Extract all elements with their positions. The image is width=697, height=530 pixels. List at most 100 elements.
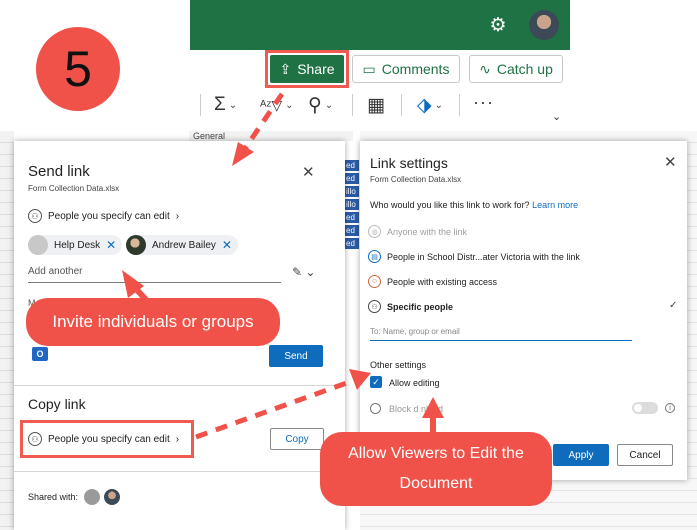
divider xyxy=(14,471,345,472)
outlook-icon[interactable]: O xyxy=(32,347,48,361)
number-format-cell: General xyxy=(189,131,353,141)
share-highlight-box xyxy=(265,50,349,88)
recipient-name: Help Desk xyxy=(54,239,101,251)
cell-text: ed xyxy=(346,174,355,183)
option-existing-access[interactable]: ☺ People with existing access xyxy=(368,275,497,288)
input-underline xyxy=(370,340,632,341)
title-bar: ⚙ xyxy=(190,0,570,50)
option-specific-people[interactable]: ⚇ Specific people xyxy=(368,300,453,313)
link-audience-question: Who would you like this link to work for… xyxy=(370,200,578,210)
cell-text: ed xyxy=(346,161,355,170)
gear-icon[interactable]: ⚙ xyxy=(487,15,509,37)
remove-recipient-icon[interactable]: ✕ xyxy=(106,238,116,252)
people-icon: ⚇ xyxy=(368,300,381,313)
cell-text: ed xyxy=(346,239,355,248)
ribbon-separator xyxy=(200,94,201,116)
globe-icon: ◍ xyxy=(368,225,381,238)
learn-more-link[interactable]: Learn more xyxy=(532,200,578,210)
block-download-toggle[interactable] xyxy=(632,402,658,414)
option-label: People in School Distr...ater Victoria w… xyxy=(387,251,580,262)
block-icon xyxy=(370,403,381,414)
sensitivity-tool[interactable]: ⬗ ⌄ xyxy=(417,93,443,117)
remove-recipient-icon[interactable]: ✕ xyxy=(222,238,232,252)
shared-with-label: Shared with: xyxy=(28,492,79,502)
person-icon: ☺ xyxy=(368,275,381,288)
cell-text: ed xyxy=(346,226,355,235)
catch-up-button-label: Catch up xyxy=(496,61,553,77)
copy-permission-highlight-box xyxy=(20,420,194,458)
info-icon[interactable]: i xyxy=(665,403,675,413)
send-link-title: Send link xyxy=(28,163,90,180)
avatar[interactable] xyxy=(84,489,100,505)
close-icon[interactable]: ✕ xyxy=(302,163,315,181)
collapse-ribbon-icon[interactable]: ⌄ xyxy=(552,110,561,123)
input-underline xyxy=(28,282,281,283)
other-settings-heading: Other settings xyxy=(370,360,427,370)
option-label: Specific people xyxy=(387,301,454,312)
chevron-down-icon: ⌄ xyxy=(324,99,334,111)
sensitivity-icon: ⬗ xyxy=(417,94,432,116)
divider xyxy=(14,385,345,386)
question-text: Who would you like this link to work for… xyxy=(370,200,530,210)
analyze-data-icon: ▦ xyxy=(367,94,385,116)
option-label: Anyone with the link xyxy=(387,226,468,237)
step-number-badge: 5 xyxy=(36,27,120,111)
cell-text: illo xyxy=(346,200,356,209)
edit-permission-icon[interactable]: ✎ ⌄ xyxy=(292,265,315,279)
chevron-down-icon: ⌄ xyxy=(228,99,238,111)
apply-button[interactable]: Apply xyxy=(553,444,609,466)
recipient-name: Andrew Bailey xyxy=(152,239,216,251)
analyze-data-tool[interactable]: ▦ xyxy=(367,93,385,117)
recipient-input[interactable]: To: Name, group or email xyxy=(370,327,460,336)
copy-button[interactable]: Copy xyxy=(270,428,324,450)
option-label: People with existing access xyxy=(387,276,498,287)
add-recipient-input[interactable]: Add another xyxy=(28,266,83,277)
people-icon: ⚇ xyxy=(28,209,42,223)
building-icon: ▤ xyxy=(368,250,381,263)
chevron-down-icon: ⌄ xyxy=(434,99,444,111)
invite-callout: Invite individuals or groups xyxy=(26,298,280,346)
comment-icon: ▭ xyxy=(362,60,376,77)
avatar xyxy=(28,235,48,255)
cell-text: illo xyxy=(346,187,356,196)
chevron-right-icon: › xyxy=(175,210,180,222)
recipient-chip: Andrew Bailey ✕ xyxy=(126,235,238,255)
send-link-file-name: Form Collection Data.xlsx xyxy=(28,184,120,193)
cancel-button[interactable]: Cancel xyxy=(617,444,673,466)
avatar[interactable] xyxy=(104,489,120,505)
activity-icon: ∿ xyxy=(479,60,491,77)
sort-filter-icon: ᴬᶻ▽ xyxy=(260,96,283,113)
avatar xyxy=(126,235,146,255)
option-anyone: ◍ Anyone with the link xyxy=(368,225,467,238)
ribbon-separator xyxy=(352,94,353,116)
callout-line: Document xyxy=(399,475,473,492)
cell-text: ed xyxy=(346,213,355,222)
copy-link-title: Copy link xyxy=(28,396,86,412)
sheet-row-strip xyxy=(0,131,14,530)
link-permission-selector[interactable]: ⚇ People you specify can edit › xyxy=(28,209,179,223)
block-download-label: Block d nload xyxy=(389,404,444,414)
allow-editing-checkbox[interactable]: ✓ xyxy=(370,376,382,388)
sigma-icon: Σ xyxy=(214,94,226,115)
catch-up-button[interactable]: ∿ Catch up xyxy=(469,55,563,83)
find-tool[interactable]: ⚲ ⌄ xyxy=(308,93,333,117)
allow-edit-callout: Allow Viewers to Edit the Document xyxy=(320,432,552,506)
callout-line: Allow Viewers to Edit the xyxy=(348,445,524,462)
comments-button-label: Comments xyxy=(381,61,450,77)
link-permission-label: People you specify can edit xyxy=(48,210,170,222)
comments-button[interactable]: ▭ Comments xyxy=(352,55,460,83)
close-icon[interactable]: ✕ xyxy=(664,153,677,171)
user-avatar[interactable] xyxy=(529,10,559,40)
send-button[interactable]: Send xyxy=(269,345,323,367)
link-settings-title: Link settings xyxy=(370,155,448,171)
sheet-cells-fragment: ed ed illo illo ed ed ed xyxy=(345,160,359,250)
recipient-chip: Help Desk ✕ xyxy=(28,235,123,255)
ribbon-separator xyxy=(401,94,402,116)
sort-filter-tool[interactable]: ᴬᶻ▽ ⌄ xyxy=(260,93,294,117)
option-organization[interactable]: ▤ People in School Distr...ater Victoria… xyxy=(368,250,580,263)
autosum-tool[interactable]: Σ ⌄ xyxy=(214,93,237,117)
link-settings-dialog: Link settings Form Collection Data.xlsx … xyxy=(360,141,687,480)
more-options-button[interactable]: ··· xyxy=(473,92,494,113)
ribbon-separator xyxy=(459,94,460,116)
link-settings-file-name: Form Collection Data.xlsx xyxy=(370,175,462,184)
